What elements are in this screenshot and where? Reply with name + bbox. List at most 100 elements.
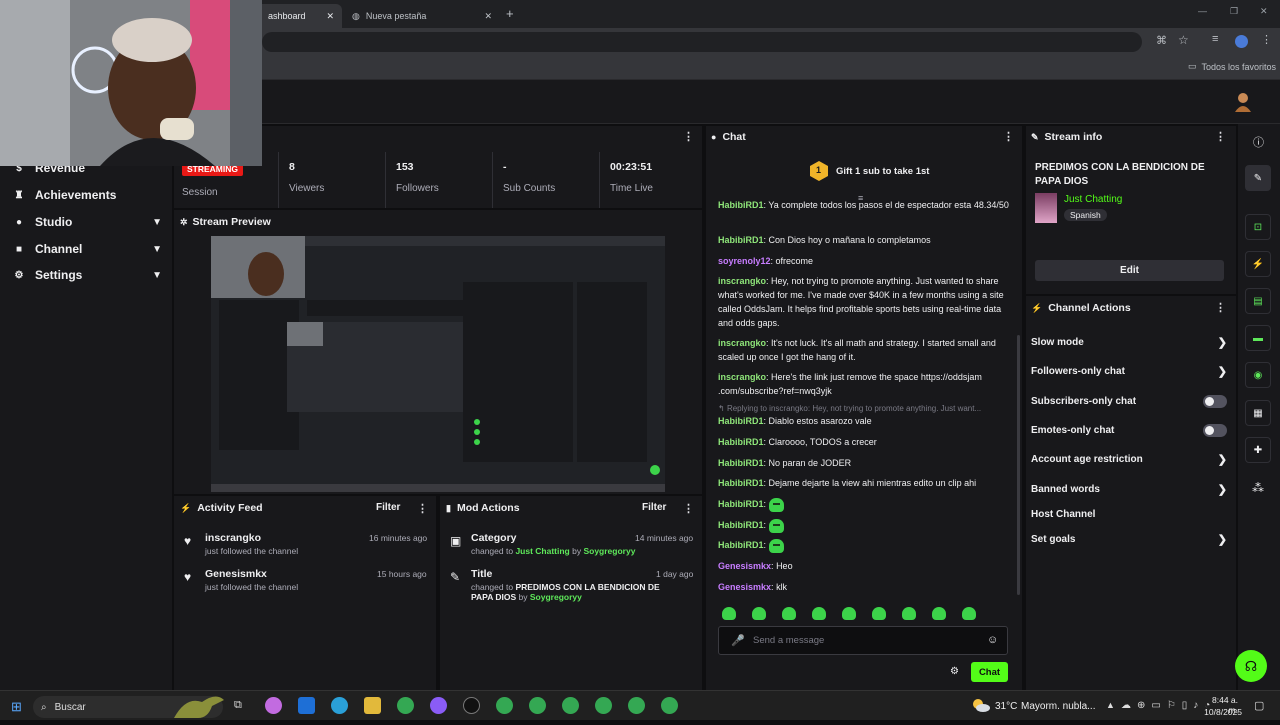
slow-mode-action[interactable]: Slow mode ❯ — [1031, 333, 1227, 351]
banned-words-action[interactable]: Banned words ❯ — [1031, 480, 1227, 498]
chrome-icon[interactable] — [595, 697, 612, 714]
emote-icon[interactable] — [722, 607, 736, 620]
chat-username[interactable]: HabibiRD1 — [718, 499, 764, 509]
mod-item-user[interactable]: Soygregoryy — [583, 546, 635, 556]
info-icon[interactable]: ⓘ — [1253, 134, 1264, 150]
activity-item-name[interactable]: inscrangko — [205, 532, 261, 544]
set-goals-action[interactable]: Set goals ❯ — [1031, 530, 1227, 548]
chat-username[interactable]: HabibiRD1 — [718, 200, 764, 210]
browser-tab-dashboard[interactable]: ashboard ✕ — [250, 4, 342, 28]
gift-sub-prompt[interactable]: Gift 1 sub to take 1st — [836, 166, 929, 177]
close-icon[interactable]: ✕ — [484, 11, 492, 22]
emote-icon[interactable] — [752, 607, 766, 620]
user-avatar[interactable] — [1234, 92, 1252, 112]
activity-menu-icon[interactable]: ⋮ — [417, 502, 428, 515]
weather-temperature[interactable]: 31°C — [995, 701, 1017, 712]
edit-stream-info-button[interactable]: Edit — [1035, 260, 1224, 281]
chat-username[interactable]: soyrenoly12 — [718, 256, 771, 266]
followers-only-chat-action[interactable]: Followers-only chat ❯ — [1031, 362, 1227, 380]
close-icon[interactable]: ✕ — [326, 11, 334, 22]
file-explorer-icon[interactable] — [364, 697, 381, 714]
app-icon[interactable] — [430, 697, 447, 714]
chat-menu-icon[interactable]: ⋮ — [1003, 130, 1014, 143]
emote-icon[interactable] — [902, 607, 916, 620]
maximize-icon[interactable]: ❐ — [1230, 6, 1238, 17]
chrome-icon[interactable] — [496, 697, 513, 714]
channel-actions-menu-icon[interactable]: ⋮ — [1215, 301, 1226, 314]
emote-icon[interactable] — [782, 607, 796, 620]
support-icon[interactable]: ☊ — [1235, 650, 1267, 682]
edit-layout-icon[interactable]: ✎ — [1245, 165, 1271, 191]
sidebar-item-channel[interactable]: ■ Channel ▼ — [12, 239, 162, 259]
stream-info-menu-icon[interactable]: ⋮ — [1215, 130, 1226, 143]
sidebar-item-achievements[interactable]: ♜ Achievements — [12, 185, 162, 205]
taskbar-date[interactable]: 10/8/2025 — [1204, 707, 1242, 717]
chat-username[interactable]: Genesismkx — [718, 561, 771, 571]
translate-icon[interactable]: ⌘ — [1156, 34, 1167, 47]
notification-icon[interactable]: ▢ — [1254, 699, 1264, 712]
profile-avatar[interactable] — [1235, 35, 1248, 48]
tray-overflow-icon[interactable]: ▲ — [1106, 700, 1115, 710]
chat-scrollbar[interactable] — [1017, 335, 1020, 595]
emote-icon[interactable] — [842, 607, 856, 620]
stream-preview-video[interactable] — [211, 236, 665, 492]
chat-input-box[interactable]: 🎤 Send a message ☺ — [718, 626, 1008, 655]
chat-username[interactable]: Genesismkx — [718, 582, 771, 592]
notes-icon[interactable]: ▤ — [1245, 288, 1271, 314]
activity-item-name[interactable]: Genesismkx — [205, 568, 267, 580]
chat-username[interactable]: HabibiRD1 — [718, 416, 764, 426]
chrome-icon[interactable] — [397, 697, 414, 714]
chat-username[interactable]: HabibiRD1 — [718, 458, 764, 468]
chat-username[interactable]: HabibiRD1 — [718, 235, 764, 245]
chat-username[interactable]: HabibiRD1 — [718, 437, 764, 447]
close-window-icon[interactable]: ✕ — [1260, 6, 1268, 17]
mod-menu-icon[interactable]: ⋮ — [683, 502, 694, 515]
activity-filter-button[interactable]: Filter — [376, 502, 400, 513]
chat-username[interactable]: HabibiRD1 — [718, 478, 764, 488]
chrome-icon[interactable] — [628, 697, 645, 714]
emote-icon[interactable] — [962, 607, 976, 620]
reading-list-icon[interactable]: ≡ — [1212, 33, 1218, 45]
chat-settings-gear-icon[interactable]: ⚙ — [950, 666, 959, 677]
all-bookmarks-button[interactable]: ▭ Todos los favoritos — [1188, 61, 1276, 72]
wrench-icon[interactable]: ✚ — [1245, 437, 1271, 463]
windows-start-icon[interactable]: ⊞ — [11, 699, 22, 715]
bookmark-star-icon[interactable]: ☆ — [1178, 33, 1189, 47]
minimize-icon[interactable]: — — [1198, 6, 1207, 16]
menu-icon[interactable]: ⋮ — [1261, 33, 1272, 46]
chat-username[interactable]: inscrangko — [718, 372, 766, 382]
chat-username[interactable]: HabibiRD1 — [718, 540, 764, 550]
copilot-icon[interactable] — [265, 697, 282, 714]
apps-icon[interactable]: ⁂ — [1252, 481, 1264, 495]
chat-username[interactable]: inscrangko — [718, 338, 766, 348]
chat-bubble-icon[interactable]: ▬ — [1245, 325, 1271, 351]
browser-tab-new[interactable]: ◍ Nueva pestaña ✕ — [344, 4, 500, 28]
broadcast-icon[interactable]: ◉ — [1245, 362, 1271, 388]
mod-item-user[interactable]: Soygregoryy — [530, 592, 582, 602]
subscribers-only-toggle[interactable] — [1203, 394, 1227, 408]
emote-icon[interactable] — [932, 607, 946, 620]
emoji-icon[interactable]: ☺ — [987, 634, 998, 646]
emotes-only-toggle[interactable] — [1203, 423, 1227, 437]
chrome-icon[interactable] — [661, 697, 678, 714]
outlook-icon[interactable] — [298, 697, 315, 714]
chrome-icon[interactable] — [562, 697, 579, 714]
host-channel-action[interactable]: Host Channel — [1031, 505, 1227, 523]
address-bar[interactable] — [262, 32, 1142, 52]
layout-icon[interactable]: ▦ — [1245, 400, 1271, 426]
account-age-restriction-action[interactable]: Account age restriction ❯ — [1031, 450, 1227, 468]
session-menu-icon[interactable]: ⋮ — [683, 130, 694, 143]
obs-icon[interactable] — [463, 697, 480, 714]
task-view-icon[interactable]: ⧉ — [234, 699, 242, 712]
chat-send-button[interactable]: Chat — [971, 662, 1008, 682]
chat-username[interactable]: inscrangko — [718, 276, 766, 286]
edge-icon[interactable] — [331, 697, 348, 714]
chat-username[interactable]: HabibiRD1 — [718, 520, 764, 530]
emote-icon[interactable] — [812, 607, 826, 620]
sidebar-item-settings[interactable]: ⚙ Settings ▼ — [12, 265, 162, 285]
clip-icon[interactable]: ⊡ — [1245, 214, 1271, 240]
mod-filter-button[interactable]: Filter — [642, 502, 666, 513]
system-tray-icons[interactable]: ☁⊕▭⚐▯♪◔ — [1121, 700, 1216, 711]
sidebar-item-studio[interactable]: ● Studio ▼ — [12, 212, 162, 232]
chrome-icon[interactable] — [529, 697, 546, 714]
